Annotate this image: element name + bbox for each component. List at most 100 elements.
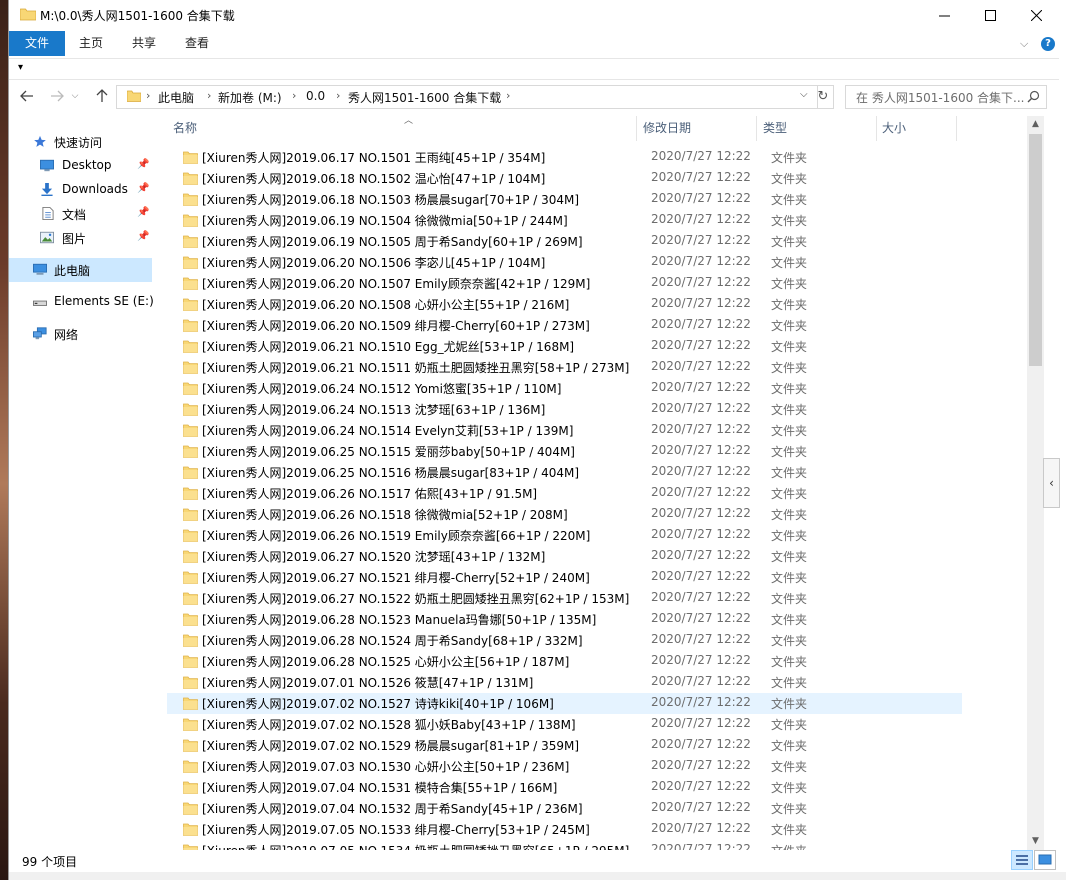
file-row[interactable]: [Xiuren秀人网]2019.06.28 NO.1524 周于希Sandy[6… [167, 630, 962, 651]
search-box[interactable]: 在 秀人网1501-1600 合集下... [845, 85, 1047, 109]
file-row[interactable]: [Xiuren秀人网]2019.06.27 NO.1521 绯月樱-Cherry… [167, 567, 962, 588]
column-header-type[interactable]: 类型 [763, 116, 873, 141]
maximize-button[interactable] [967, 0, 1013, 31]
recent-locations-button[interactable]: ⌵ [69, 85, 81, 107]
file-row[interactable]: [Xiuren秀人网]2019.06.20 NO.1507 Emily顾奈奈酱[… [167, 273, 962, 294]
pin-icon[interactable]: 📌 [137, 159, 149, 170]
file-row[interactable]: [Xiuren秀人网]2019.06.19 NO.1504 徐微微mia[50+… [167, 210, 962, 231]
column-divider[interactable] [956, 116, 957, 141]
preview-pane-toggle[interactable]: ‹ [1043, 458, 1060, 508]
scroll-thumb[interactable] [1029, 134, 1042, 366]
title-bar[interactable]: M:\0.0\秀人网1501-1600 合集下载 [9, 0, 1066, 31]
help-icon[interactable]: ? [1041, 37, 1055, 51]
back-button[interactable] [16, 85, 38, 107]
vertical-scrollbar[interactable]: ▲ ▼ [1027, 116, 1044, 850]
nav-item-desktop[interactable]: Desktop 📌 [9, 154, 152, 178]
nav-item-label: Elements SE (E:) [54, 294, 154, 308]
refresh-button[interactable]: ↻ [813, 85, 834, 109]
column-header-date[interactable]: 修改日期 [643, 116, 753, 141]
details-view-button[interactable] [1011, 850, 1033, 870]
up-button[interactable] [91, 85, 113, 107]
file-row[interactable]: [Xiuren秀人网]2019.06.26 NO.1519 Emily顾奈奈酱[… [167, 525, 962, 546]
tab-share[interactable]: 共享 [125, 31, 163, 56]
nav-item-label: Downloads [62, 182, 128, 196]
file-row[interactable]: [Xiuren秀人网]2019.06.21 NO.1511 奶瓶土肥圆矮挫丑黑穷… [167, 357, 962, 378]
file-row[interactable]: [Xiuren秀人网]2019.06.27 NO.1520 沈梦瑶[43+1P … [167, 546, 962, 567]
pin-icon[interactable]: 📌 [137, 207, 149, 218]
column-divider[interactable] [636, 116, 637, 141]
file-row[interactable]: [Xiuren秀人网]2019.06.24 NO.1514 Evelyn艾莉[5… [167, 420, 962, 441]
file-row[interactable]: [Xiuren秀人网]2019.06.21 NO.1510 Egg_尤妮丝[53… [167, 336, 962, 357]
file-row[interactable]: [Xiuren秀人网]2019.06.20 NO.1506 李宓儿[45+1P … [167, 252, 962, 273]
file-row[interactable]: [Xiuren秀人网]2019.06.18 NO.1503 杨晨晨sugar[7… [167, 189, 962, 210]
file-row[interactable]: [Xiuren秀人网]2019.07.01 NO.1526 筱慧[47+1P /… [167, 672, 962, 693]
forward-button[interactable] [46, 85, 68, 107]
file-row[interactable]: [Xiuren秀人网]2019.06.20 NO.1509 绯月樱-Cherry… [167, 315, 962, 336]
file-type: 文件夹 [771, 382, 808, 396]
file-row[interactable]: [Xiuren秀人网]2019.06.25 NO.1515 爱丽莎baby[50… [167, 441, 962, 462]
item-count: 99 个项目 [22, 855, 78, 869]
ribbon-expand-icon[interactable]: ⌵ [1020, 37, 1028, 51]
file-modified-date: 2020/7/27 12:22 [651, 590, 751, 604]
folder-icon [183, 298, 198, 311]
minimize-button[interactable] [921, 0, 967, 31]
nav-item-network[interactable]: 网络 [9, 322, 152, 346]
nav-item-pictures[interactable]: 图片 📌 [9, 226, 152, 250]
address-dropdown-icon[interactable]: ⌵ [800, 89, 808, 100]
pin-icon[interactable]: 📌 [137, 183, 149, 194]
file-row[interactable]: [Xiuren秀人网]2019.06.24 NO.1512 Yomi悠蜜[35+… [167, 378, 962, 399]
file-row[interactable]: [Xiuren秀人网]2019.07.04 NO.1532 周于希Sandy[4… [167, 798, 962, 819]
file-row[interactable]: [Xiuren秀人网]2019.06.24 NO.1513 沈梦瑶[63+1P … [167, 399, 962, 420]
file-row[interactable]: [Xiuren秀人网]2019.06.28 NO.1523 Manuela玛鲁娜… [167, 609, 962, 630]
breadcrumb-this-pc[interactable]: 此电脑 [158, 89, 194, 106]
nav-item-quick-access[interactable]: 快速访问 [9, 130, 152, 154]
breadcrumb-current-folder[interactable]: 秀人网1501-1600 合集下载 [348, 89, 501, 106]
breadcrumb-folder-0-0[interactable]: 0.0 [306, 89, 325, 103]
folder-icon [183, 466, 198, 479]
close-button[interactable] [1013, 0, 1059, 31]
tab-view[interactable]: 查看 [178, 31, 216, 56]
breadcrumb-drive[interactable]: 新加卷 (M:) [218, 89, 282, 106]
file-row[interactable]: [Xiuren秀人网]2019.06.28 NO.1525 心妍小公主[56+1… [167, 651, 962, 672]
column-header-name[interactable]: 名称 [173, 116, 633, 141]
scroll-up-icon[interactable]: ▲ [1027, 116, 1044, 133]
column-divider[interactable] [876, 116, 877, 141]
file-name: [Xiuren秀人网]2019.06.27 NO.1522 奶瓶土肥圆矮挫丑黑穷… [202, 592, 630, 606]
folder-icon [183, 214, 198, 227]
file-row[interactable]: [Xiuren秀人网]2019.07.05 NO.1534 奶瓶土肥圆矮挫丑黑穷… [167, 840, 962, 850]
file-row[interactable]: [Xiuren秀人网]2019.06.18 NO.1502 温心怡[47+1P … [167, 168, 962, 189]
tab-file[interactable]: 文件 [9, 31, 65, 56]
nav-item-downloads[interactable]: Downloads 📌 [9, 178, 152, 202]
file-row[interactable]: [Xiuren秀人网]2019.06.19 NO.1505 周于希Sandy[6… [167, 231, 962, 252]
tab-home[interactable]: 主页 [72, 31, 110, 56]
file-row[interactable]: [Xiuren秀人网]2019.06.26 NO.1517 佑熙[43+1P /… [167, 483, 962, 504]
file-row[interactable]: [Xiuren秀人网]2019.07.04 NO.1531 模特合集[55+1P… [167, 777, 962, 798]
nav-item-documents[interactable]: 文档 📌 [9, 202, 152, 226]
file-modified-date: 2020/7/27 12:22 [651, 485, 751, 499]
file-row[interactable]: [Xiuren秀人网]2019.07.02 NO.1528 狐小妖Baby[43… [167, 714, 962, 735]
nav-item-this-pc[interactable]: 此电脑 [9, 258, 152, 282]
file-type: 文件夹 [771, 823, 808, 837]
file-modified-date: 2020/7/27 12:22 [651, 254, 751, 268]
large-icons-view-button[interactable] [1034, 850, 1056, 870]
file-row[interactable]: [Xiuren秀人网]2019.06.17 NO.1501 王雨纯[45+1P … [167, 147, 962, 168]
pin-icon[interactable]: 📌 [137, 231, 149, 242]
file-row[interactable]: [Xiuren秀人网]2019.07.02 NO.1527 诗诗kiki[40+… [167, 693, 962, 714]
file-row[interactable]: [Xiuren秀人网]2019.07.05 NO.1533 绯月樱-Cherry… [167, 819, 962, 840]
file-row[interactable]: [Xiuren秀人网]2019.06.26 NO.1518 徐微微mia[52+… [167, 504, 962, 525]
qat-customize-icon[interactable]: ▾ [18, 62, 23, 73]
scroll-down-icon[interactable]: ▼ [1027, 833, 1044, 850]
nav-item-elements-drive[interactable]: Elements SE (E:) [9, 290, 154, 314]
file-modified-date: 2020/7/27 12:22 [651, 275, 751, 289]
file-row[interactable]: [Xiuren秀人网]2019.06.20 NO.1508 心妍小公主[55+1… [167, 294, 962, 315]
breadcrumb-separator: › [336, 89, 341, 102]
column-divider[interactable] [756, 116, 757, 141]
file-row[interactable]: [Xiuren秀人网]2019.06.25 NO.1516 杨晨晨sugar[8… [167, 462, 962, 483]
file-row[interactable]: [Xiuren秀人网]2019.07.03 NO.1530 心妍小公主[50+1… [167, 756, 962, 777]
breadcrumb-separator: › [506, 89, 511, 102]
address-bar[interactable]: › 此电脑 › 新加卷 (M:) › 0.0 › 秀人网1501-1600 合集… [116, 85, 818, 109]
file-row[interactable]: [Xiuren秀人网]2019.06.27 NO.1522 奶瓶土肥圆矮挫丑黑穷… [167, 588, 962, 609]
folder-icon [183, 445, 198, 458]
file-row[interactable]: [Xiuren秀人网]2019.07.02 NO.1529 杨晨晨sugar[8… [167, 735, 962, 756]
column-header-size[interactable]: 大小 [882, 116, 952, 141]
